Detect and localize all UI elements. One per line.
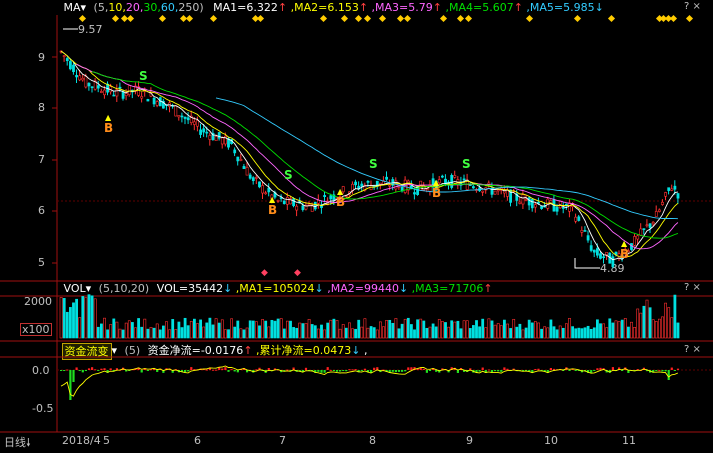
- up-arrow-icon: ↑: [432, 1, 442, 14]
- fund-flow-pane[interactable]: 资金流变 ▾ (5) 资金净流=-0.0176↑ ,累计净流=0.0473↓ , …: [0, 341, 713, 431]
- ma-param-10: 10,: [108, 1, 126, 14]
- dropdown-icon[interactable]: ▾: [112, 343, 118, 358]
- fund-flow-header: 资金流变 ▾ (5) 资金净流=-0.0176↑ ,累计净流=0.0473↓ ,: [0, 343, 713, 360]
- price-tick: 5: [38, 256, 45, 269]
- help-icon[interactable]: ?: [684, 344, 689, 355]
- fund-flow-indicator-label[interactable]: 资金流变: [61, 343, 112, 360]
- price-tick: 7: [38, 153, 45, 166]
- ma-param-20: 20,: [125, 1, 144, 14]
- down-arrow-icon: ↓: [398, 282, 409, 295]
- window-controls: ? ×: [684, 282, 701, 293]
- down-arrow-icon: ↓: [351, 344, 361, 357]
- vol-ma2-value: ,MA2=99440: [327, 282, 399, 295]
- down-arrow-icon: ↓: [314, 282, 324, 295]
- up-arrow-icon: ↑: [358, 1, 369, 14]
- help-icon[interactable]: ?: [684, 1, 689, 12]
- vol-tick: 2000: [24, 295, 52, 308]
- vol-ma3-value: ,MA3=71706: [411, 282, 484, 295]
- close-icon[interactable]: ×: [693, 344, 701, 355]
- down-arrow-icon: ↓: [223, 282, 233, 295]
- net-flow-value: 资金净流=-0.0176: [147, 344, 244, 357]
- x-tick: 2018/4: [62, 434, 101, 447]
- x-tick: 10: [544, 434, 558, 447]
- ma4-value: ,MA4=5.607: [445, 1, 514, 14]
- price-header: MA▾ (5,10,20,30,60,250) MA1=6.322↑ ,MA2=…: [0, 0, 713, 15]
- down-arrow-icon: ↓: [594, 1, 604, 14]
- up-arrow-icon: ↑: [483, 282, 493, 295]
- ma-indicator-label[interactable]: MA: [64, 0, 81, 15]
- ma-param-30: 30,: [143, 1, 161, 14]
- price-pane[interactable]: MA▾ (5,10,20,30,60,250) MA1=6.322↑ ,MA2=…: [0, 0, 713, 281]
- flow-tick: -0.5: [32, 402, 54, 415]
- x-tick: 8: [369, 434, 376, 447]
- x-tick: 6: [194, 434, 201, 447]
- cum-flow-value: ,累计净流=0.0473: [256, 344, 352, 357]
- vol-unit-label: x100: [20, 323, 52, 336]
- period-selector[interactable]: 日线🠗: [4, 434, 31, 453]
- down-arrow-icon: 🠗: [26, 436, 31, 449]
- window-controls: ? ×: [684, 1, 701, 12]
- dropdown-icon[interactable]: ▾: [81, 0, 87, 15]
- close-icon[interactable]: ×: [693, 282, 701, 293]
- vol-ma1-value: ,MA1=105024: [235, 282, 315, 295]
- help-icon[interactable]: ?: [684, 282, 689, 293]
- up-arrow-icon: ↑: [513, 1, 523, 14]
- up-arrow-icon: ↑: [243, 344, 253, 357]
- price-tick: 6: [38, 204, 45, 217]
- x-tick: 7: [279, 434, 286, 447]
- ma-param-250: 250): [178, 1, 204, 14]
- dropdown-icon[interactable]: ▾: [86, 281, 92, 296]
- ma5-value: ,MA5=5.985: [526, 1, 595, 14]
- up-arrow-icon: ↑: [277, 1, 288, 14]
- x-tick: 11: [622, 434, 636, 447]
- x-tick: 9: [466, 434, 473, 447]
- low-price-label: 4.89: [600, 262, 625, 275]
- vol-params: (5,10,20): [98, 282, 150, 295]
- volume-pane[interactable]: VOL▾ (5,10,20) VOL=35442↓ ,MA1=105024↓ ,…: [0, 281, 713, 341]
- ma1-value: MA1=6.322: [213, 1, 278, 14]
- price-tick: 8: [38, 101, 45, 114]
- high-price-label: 9.57: [78, 23, 103, 36]
- close-icon[interactable]: ×: [693, 1, 701, 12]
- flow-tick: 0.0: [32, 364, 50, 377]
- ma3-value: ,MA3=5.79: [371, 1, 433, 14]
- ma2-value: ,MA2=6.153: [290, 1, 359, 14]
- vol-indicator-label[interactable]: VOL: [64, 281, 86, 296]
- ma-param-5: (5,: [93, 1, 109, 14]
- ma-param-60: 60,: [160, 1, 179, 14]
- window-controls: ? ×: [684, 344, 701, 355]
- flow-tail: ,: [363, 344, 368, 357]
- period-label: 日线: [4, 436, 26, 449]
- fund-flow-params: (5): [124, 344, 141, 357]
- volume-header: VOL▾ (5,10,20) VOL=35442↓ ,MA1=105024↓ ,…: [0, 281, 713, 296]
- vol-value: VOL=35442: [156, 282, 224, 295]
- price-tick: 9: [38, 51, 45, 64]
- x-tick: 5: [103, 434, 110, 447]
